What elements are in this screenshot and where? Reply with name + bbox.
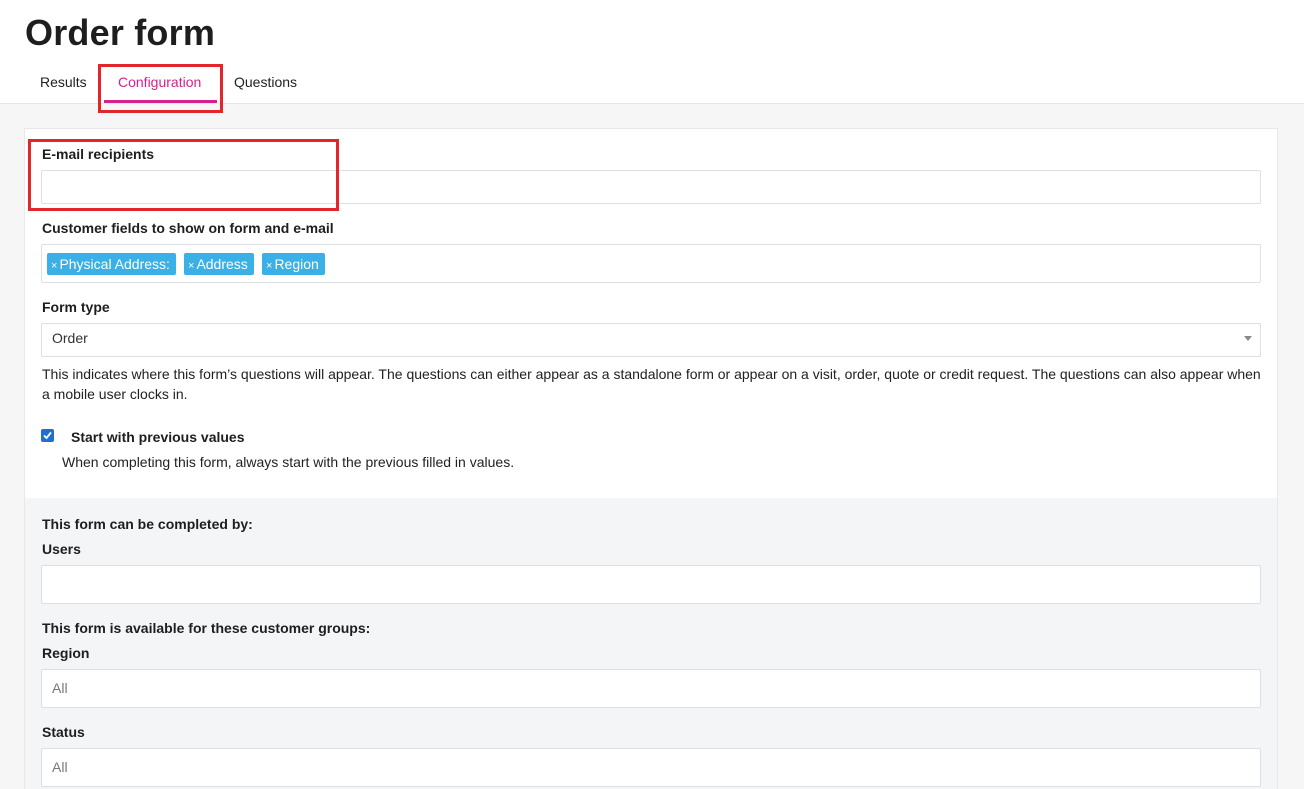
checkmark-icon [43,431,52,440]
tag-label: Address [196,256,248,272]
users-label: Users [42,541,81,557]
field-tag-address[interactable]: × Address [184,253,254,275]
page-title: Order form [25,12,216,53]
remove-tag-icon[interactable]: × [188,260,194,272]
form-type-help-text: This indicates where this form’s questio… [42,366,1261,402]
remove-tag-icon[interactable]: × [266,260,272,272]
email-recipients-input[interactable] [41,170,1261,204]
tab-configuration[interactable]: Configuration [118,74,201,90]
active-tab-indicator [104,100,217,103]
region-label: Region [42,645,90,661]
tab-bar: Results Configuration Questions [0,60,1304,104]
status-placeholder: All [52,759,68,775]
status-input[interactable]: All [41,748,1261,787]
tab-results[interactable]: Results [40,74,87,90]
chevron-down-icon [1244,336,1252,341]
users-input[interactable] [41,565,1261,604]
region-placeholder: All [52,680,68,696]
field-tag-physical-address[interactable]: × Physical Address: [47,253,176,275]
remove-tag-icon[interactable]: × [51,260,57,272]
tag-label: Physical Address: [59,256,170,272]
page-header: Order form Results Configuration Questio… [0,0,1304,104]
tab-questions[interactable]: Questions [234,74,297,90]
start-previous-checkbox[interactable] [41,429,54,442]
access-card [24,498,1278,789]
customer-fields-label: Customer fields to show on form and e-ma… [42,220,334,236]
form-type-value: Order [52,330,88,346]
customer-groups-heading: This form is available for these custome… [42,620,371,636]
form-type-label: Form type [42,299,110,315]
email-recipients-label: E-mail recipients [42,146,155,162]
form-type-select[interactable]: Order [41,323,1261,357]
customer-fields-multiselect[interactable]: × Physical Address: × Address × Region [41,244,1261,283]
field-tag-region[interactable]: × Region [262,253,325,275]
status-label: Status [42,724,85,740]
region-input[interactable]: All [41,669,1261,708]
completed-by-heading: This form can be completed by: [42,516,253,532]
start-previous-label: Start with previous values [71,429,245,445]
start-previous-help-text: When completing this form, always start … [62,454,515,470]
tag-label: Region [274,256,319,272]
